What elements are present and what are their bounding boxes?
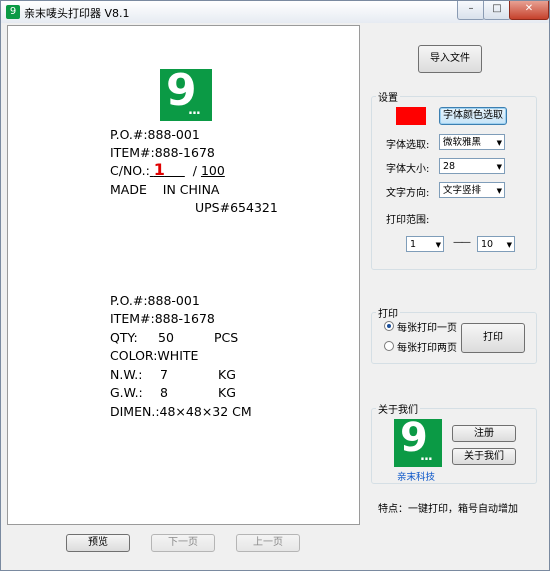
preview-po: P.O.#:888-001 (110, 127, 200, 142)
preview2-qty-label: QTY: (110, 330, 138, 345)
preview2-nw-value: 7 (160, 367, 168, 382)
range-to-dropdown[interactable]: 10 ▼ (477, 236, 515, 252)
print-title: 打印 (376, 305, 400, 320)
font-size-label: 字体大小: (386, 164, 430, 175)
text-direction-value: 文字竖排 (443, 185, 482, 196)
option-two-label[interactable]: 每张打印两页 (397, 339, 457, 354)
preview2-gw-value: 8 (160, 385, 168, 400)
preview-item: ITEM#:888-1678 (110, 145, 215, 160)
preview2-qty-unit: PCS (214, 330, 239, 345)
cno-current: 1 (153, 160, 165, 179)
company-name: 亲末科技 (397, 472, 436, 483)
radio-one-per-sheet[interactable] (384, 321, 394, 331)
preview2-color: COLOR:WHITE (110, 348, 199, 363)
app-window: 9 亲末唛头打印器 V8.1 – □ ✕ 9... P.O.#:888-001 … (0, 0, 550, 571)
text-direction-label: 文字方向: (386, 188, 430, 199)
company-logo-icon: 9... (394, 415, 442, 467)
range-dash: —— (453, 237, 471, 248)
preview2-nw-label: N.W.: (110, 367, 143, 382)
font-color-swatch (396, 107, 426, 125)
font-select-value: 微软雅黑 (443, 137, 482, 148)
maximize-button[interactable]: □ (483, 1, 511, 20)
range-from-dropdown[interactable]: 1 ▼ (406, 236, 444, 252)
chevron-down-icon: ▼ (435, 241, 441, 249)
preview-carton-number: C/NO.: 1 / 100 (110, 160, 225, 179)
preview2-nw-unit: KG (218, 367, 236, 382)
radio-two-per-sheet[interactable] (384, 341, 394, 351)
prev-page-button[interactable]: 上一页 (236, 534, 300, 552)
font-color-button[interactable]: 字体颜色选取 (439, 107, 507, 125)
font-select-dropdown[interactable]: 微软雅黑 ▼ (439, 134, 505, 150)
title-bar[interactable]: 9 亲末唛头打印器 V8.1 – □ ✕ (1, 1, 549, 23)
print-range-label: 打印范围: (386, 215, 430, 226)
register-button[interactable]: 注册 (452, 425, 516, 442)
chevron-down-icon: ▼ (496, 187, 502, 195)
preview2-qty-value: 50 (158, 330, 174, 345)
preview2-item: ITEM#:888-1678 (110, 311, 215, 326)
about-us-button[interactable]: 关于我们 (452, 448, 516, 465)
font-select-label: 字体选取: (386, 140, 430, 151)
brand-logo-icon: 9... (160, 65, 212, 121)
cno-separator: / (192, 163, 197, 178)
label-preview-paper: 9... P.O.#:888-001 ITEM#:888-1678 C/NO.:… (7, 25, 360, 525)
cno-total: 100 (200, 163, 225, 178)
preview-ups: UPS#654321 (195, 200, 278, 215)
feature-note: 特点：一键打印，箱号自动增加 (378, 504, 518, 515)
preview2-gw-unit: KG (218, 385, 236, 400)
minimize-button[interactable]: – (457, 1, 485, 20)
app-logo-icon: 9 (6, 5, 20, 19)
cno-current-wrapper: 1 (150, 160, 185, 179)
range-to-value: 10 (481, 239, 494, 250)
chevron-down-icon: ▼ (496, 139, 502, 147)
next-page-button[interactable]: 下一页 (151, 534, 215, 552)
cno-prefix: C/NO.: (110, 163, 150, 178)
settings-title: 设置 (376, 89, 400, 104)
import-file-button[interactable]: 导入文件 (418, 45, 482, 73)
font-size-value: 28 (443, 161, 456, 172)
preview2-po: P.O.#:888-001 (110, 293, 200, 308)
about-title: 关于我们 (376, 401, 420, 416)
range-from-value: 1 (410, 239, 417, 250)
font-size-dropdown[interactable]: 28 ▼ (439, 158, 505, 174)
preview-made-in: MADE IN CHINA (110, 182, 220, 197)
close-button[interactable]: ✕ (509, 1, 549, 20)
window-title: 亲末唛头打印器 V8.1 (24, 7, 130, 20)
print-button[interactable]: 打印 (461, 323, 525, 353)
preview2-gw-label: G.W.: (110, 385, 143, 400)
chevron-down-icon: ▼ (496, 163, 502, 171)
option-one-label[interactable]: 每张打印一页 (397, 319, 457, 334)
text-direction-dropdown[interactable]: 文字竖排 ▼ (439, 182, 505, 198)
preview-button[interactable]: 预览 (66, 534, 130, 552)
preview2-dimensions: DIMEN.:48×48×32 CM (110, 404, 252, 419)
chevron-down-icon: ▼ (506, 241, 512, 249)
